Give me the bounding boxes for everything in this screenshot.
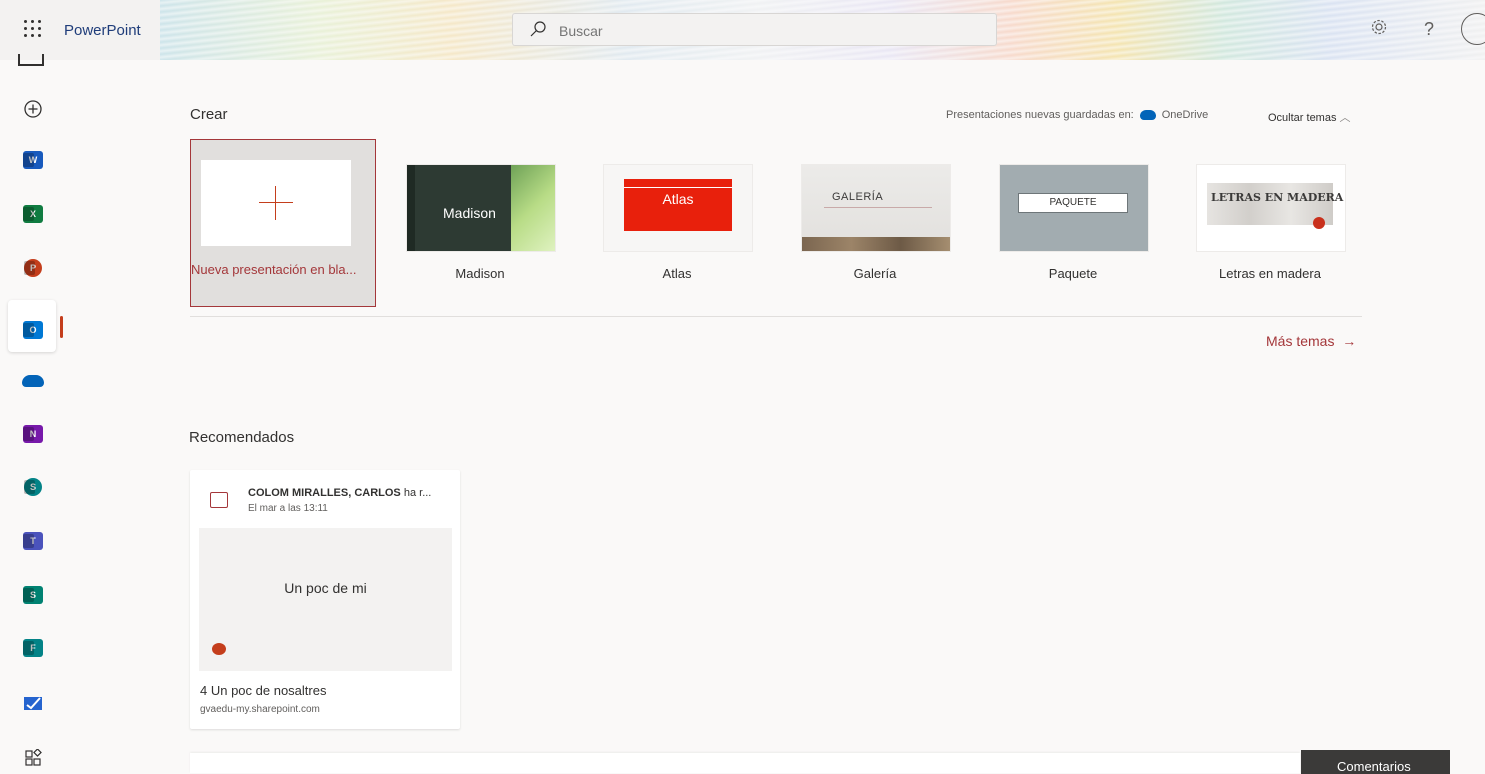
create-heading: Crear <box>190 106 228 123</box>
theme-label: Paquete <box>1048 266 1098 281</box>
sway-icon[interactable]: S <box>20 582 46 608</box>
todo-icon[interactable] <box>20 690 46 716</box>
onenote-icon[interactable]: N <box>20 421 46 447</box>
madison-thumb-text: Madison <box>443 205 496 221</box>
madison-thumbnail: Madison <box>406 164 556 252</box>
sharepoint-icon[interactable]: S <box>20 474 46 500</box>
recommended-card[interactable]: COLOM MIRALLES, CARLOS ha r... El mar a … <box>190 470 460 729</box>
arrow-right-icon: → <box>1338 333 1357 349</box>
activity-author: COLOM MIRALLES, CARLOS <box>248 487 401 499</box>
saved-location-info: Presentaciones nuevas guardadas en: OneD… <box>946 109 1208 121</box>
feedback-button[interactable]: Comentarios <box>1301 750 1450 774</box>
atlas-thumb-text: Atlas <box>662 191 694 207</box>
app-launcher-icon[interactable] <box>24 20 42 38</box>
file-location: gvaedu-my.sharepoint.com <box>200 704 320 715</box>
forms-icon[interactable]: F <box>20 635 46 661</box>
letras-thumbnail: LETRAS EN MADERA <box>1196 164 1346 252</box>
preview-title: Un poc de mi <box>284 580 367 596</box>
app-name[interactable]: PowerPoint <box>64 22 141 39</box>
theme-label: Galería <box>853 266 897 281</box>
recommended-heading: Recomendados <box>189 429 295 446</box>
chevron-up-icon: ︿ <box>1339 112 1351 124</box>
file-name[interactable]: 4 Un poc de nosaltres <box>200 683 326 698</box>
word-icon[interactable]: W <box>20 147 46 173</box>
create-icon[interactable] <box>20 96 46 122</box>
theme-tile-galeria[interactable]: GALERÍA Galería <box>795 160 955 281</box>
search-input[interactable] <box>557 19 981 43</box>
galeria-thumb-text: GALERÍA <box>832 191 884 203</box>
settings-gear-icon[interactable] <box>1368 18 1390 40</box>
letras-thumb-text: LETRAS EN MADERA <box>1211 191 1344 204</box>
search-box[interactable] <box>512 13 997 46</box>
recent-files-panel <box>190 753 1300 773</box>
activity-time: El mar a las 13:11 <box>248 503 328 514</box>
section-divider <box>190 316 1362 317</box>
theme-tile-paquete[interactable]: PAQUETE Paquete <box>993 160 1153 281</box>
theme-label: Madison <box>455 266 505 281</box>
top-bar: PowerPoint ? <box>0 0 1485 60</box>
theme-label: Letras en madera <box>1219 266 1321 281</box>
paquete-thumbnail: PAQUETE <box>999 164 1149 252</box>
saved-in-label: Presentaciones nuevas guardadas en: <box>946 109 1134 121</box>
file-preview[interactable]: Un poc de mi <box>199 528 452 671</box>
blank-label: Nueva presentación en bla... <box>191 262 357 277</box>
paquete-thumb-text: PAQUETE <box>1018 193 1128 213</box>
onedrive-icon[interactable] <box>20 368 46 394</box>
home-icon[interactable] <box>18 54 44 66</box>
all-apps-icon[interactable] <box>20 745 46 771</box>
comment-icon <box>210 492 228 508</box>
hide-themes-label: Ocultar temas <box>1268 112 1337 124</box>
powerpoint-icon[interactable]: P <box>20 255 46 281</box>
new-blank-presentation-tile[interactable]: Nueva presentación en bla... <box>190 139 376 307</box>
help-icon[interactable]: ? <box>1418 18 1440 40</box>
teams-icon[interactable]: T <box>20 528 46 554</box>
search-icon <box>530 21 546 37</box>
onedrive-cloud-icon <box>1139 110 1156 120</box>
theme-label: Atlas <box>662 266 692 281</box>
theme-tile-atlas[interactable]: Atlas Atlas <box>597 160 757 281</box>
feedback-label: Comentarios <box>1337 759 1411 774</box>
more-themes-label: Más temas <box>1266 333 1335 349</box>
theme-tile-letras-en-madera[interactable]: LETRAS EN MADERA Letras en madera <box>1190 160 1350 281</box>
plus-icon <box>259 186 293 220</box>
saved-in-location[interactable]: OneDrive <box>1162 109 1208 121</box>
avatar[interactable] <box>1461 13 1485 45</box>
blank-thumbnail <box>201 160 351 246</box>
outlook-icon[interactable]: O <box>20 317 46 343</box>
excel-icon[interactable]: X <box>20 201 46 227</box>
hide-themes-button[interactable]: Ocultar temas ︿ <box>1268 109 1351 125</box>
activity-text: COLOM MIRALLES, CARLOS ha r... <box>248 487 448 499</box>
more-themes-link[interactable]: Más temas → <box>1266 333 1356 349</box>
active-app-indicator <box>60 316 63 338</box>
theme-tile-madison[interactable]: Madison Madison <box>400 160 560 281</box>
activity-action: ha r... <box>403 487 432 499</box>
galeria-thumbnail: GALERÍA <box>801 164 951 252</box>
atlas-thumbnail: Atlas <box>603 164 753 252</box>
app-rail: W X P O N S T S F <box>0 54 68 771</box>
powerpoint-file-icon <box>212 643 226 655</box>
